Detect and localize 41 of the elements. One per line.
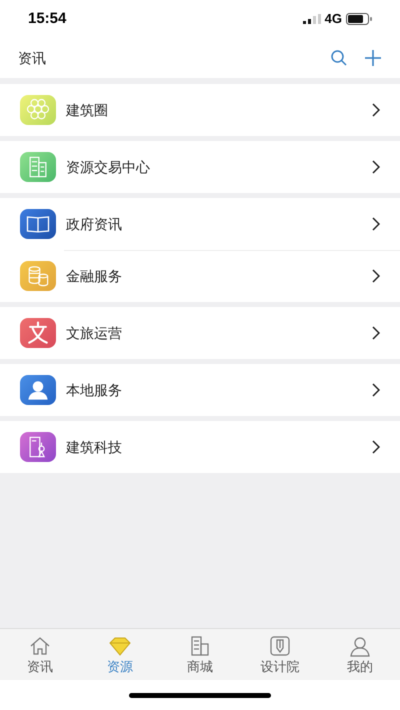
- search-icon[interactable]: [330, 49, 348, 67]
- chevron-icon: [372, 160, 380, 174]
- chevron-icon: [372, 440, 380, 454]
- menu-item[interactable]: 建筑圈: [0, 84, 400, 136]
- menu-item[interactable]: 建筑科技: [0, 421, 400, 473]
- page-title: 资讯: [18, 48, 46, 68]
- pencil-icon: [268, 634, 292, 658]
- chevron-icon: [372, 269, 380, 283]
- tab[interactable]: 资源: [80, 629, 160, 680]
- chevron-icon: [372, 326, 380, 340]
- tab[interactable]: 商城: [160, 629, 240, 680]
- menu-label: 文旅运营: [66, 324, 123, 342]
- chevron-icon: [372, 103, 380, 117]
- signal-icon: [302, 14, 321, 24]
- person-icon: [20, 375, 56, 405]
- menu-item[interactable]: 政府资讯: [0, 198, 400, 250]
- status-time: 15:54: [28, 8, 66, 29]
- tab[interactable]: 我的: [320, 629, 400, 680]
- character-icon: [20, 318, 56, 348]
- menu-item[interactable]: 本地服务: [0, 364, 400, 416]
- chevron-icon: [372, 217, 380, 231]
- book-icon: [20, 209, 56, 239]
- menu-item[interactable]: 文旅运营: [0, 307, 400, 359]
- menu-item[interactable]: 金融服务: [0, 250, 400, 302]
- menu-label: 本地服务: [66, 380, 123, 400]
- coins-icon: [20, 261, 56, 291]
- tower-icon: [20, 432, 56, 462]
- chevron-icon: [372, 383, 380, 397]
- menu-label: 金融服务: [66, 266, 123, 286]
- menu-label: 建筑科技: [66, 438, 123, 456]
- add-icon[interactable]: [364, 49, 382, 67]
- menu-label: 政府资讯: [66, 214, 123, 234]
- menu-label: 资源交易中心: [66, 158, 151, 176]
- menu-item[interactable]: 资源交易中心: [0, 141, 400, 193]
- hexagon-icon: [20, 95, 56, 125]
- building-icon: [20, 152, 56, 182]
- tab[interactable]: 资讯: [0, 629, 80, 680]
- tab[interactable]: 设计院: [240, 629, 320, 680]
- menu-label: 建筑圈: [66, 100, 109, 120]
- battery-icon: [346, 13, 372, 25]
- network-label: 4G: [324, 10, 342, 28]
